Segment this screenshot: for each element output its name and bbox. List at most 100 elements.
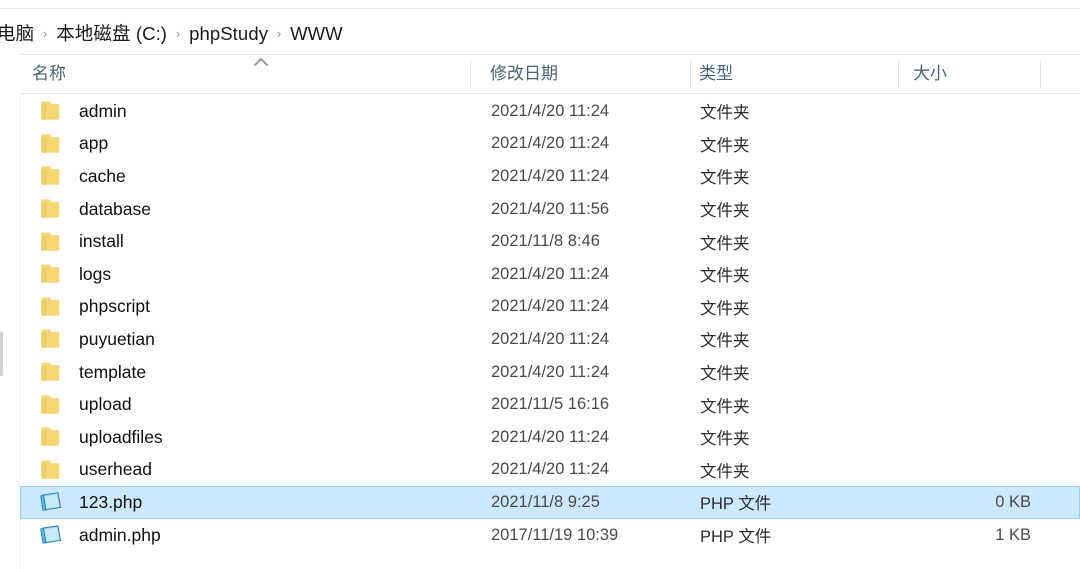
column-divider[interactable] xyxy=(898,61,899,88)
file-date-cell: 2021/4/20 11:24 xyxy=(491,101,610,120)
column-header-name[interactable]: 名称 xyxy=(32,55,472,93)
file-date-cell: 2021/11/8 9:25 xyxy=(491,492,600,511)
folder-icon xyxy=(39,164,65,188)
file-name-label: phpscript xyxy=(79,296,151,317)
column-header-date-modified[interactable]: 修改日期 xyxy=(490,55,685,93)
file-type-cell: 文件夹 xyxy=(700,169,750,188)
folder-icon xyxy=(39,132,65,156)
breadcrumb-item-computer[interactable]: 电脑 xyxy=(0,20,35,48)
file-date-cell: 2021/11/5 16:16 xyxy=(491,395,610,414)
file-name-label: admin xyxy=(79,100,127,121)
breadcrumb-item-phpstudy[interactable]: phpStudy xyxy=(188,20,269,48)
file-name-cell[interactable]: template xyxy=(21,357,146,388)
file-type-cell: 文件夹 xyxy=(700,397,750,416)
file-type-cell: 文件夹 xyxy=(700,332,750,351)
file-type-cell: 文件夹 xyxy=(700,267,750,286)
file-row[interactable]: phpscript 2021/4/20 11:24 文件夹 xyxy=(20,291,1080,324)
file-type-cell: 文件夹 xyxy=(700,202,750,221)
file-explorer-window: 电脑 › 本地磁盘 (C:) › phpStudy › WWW 名称 修改日期 … xyxy=(0,0,1080,569)
file-row[interactable]: template 2021/4/20 11:24 文件夹 xyxy=(20,356,1080,389)
file-row[interactable]: admin.php 2017/11/19 10:39 PHP 文件 1 KB xyxy=(20,519,1080,552)
folder-icon xyxy=(39,262,65,286)
file-date-cell: 2021/4/20 11:24 xyxy=(491,460,610,479)
file-type-cell: 文件夹 xyxy=(700,430,750,449)
file-date-cell: 2021/4/20 11:24 xyxy=(491,427,610,446)
file-name-cell[interactable]: userhead xyxy=(21,455,152,486)
breadcrumb-separator-icon: › xyxy=(276,26,282,41)
file-name-cell[interactable]: puyuetian xyxy=(21,324,155,355)
file-row[interactable]: database 2021/4/20 11:56 文件夹 xyxy=(20,193,1080,226)
file-type-cell: 文件夹 xyxy=(700,104,750,123)
file-name-cell[interactable]: database xyxy=(21,194,151,225)
folder-icon xyxy=(39,99,65,123)
file-row[interactable]: uploadfiles 2021/4/20 11:24 文件夹 xyxy=(20,421,1080,454)
file-name-label: template xyxy=(79,361,147,382)
file-name-cell[interactable]: install xyxy=(21,226,124,257)
folder-icon xyxy=(39,230,65,254)
column-header-size[interactable]: 大小 xyxy=(913,55,1028,93)
folder-icon xyxy=(39,393,65,417)
file-name-cell[interactable]: phpscript xyxy=(21,292,150,323)
file-list[interactable]: admin 2021/4/20 11:24 文件夹 app 2021/4/20 11:2… xyxy=(20,95,1080,569)
file-name-label: app xyxy=(79,133,109,154)
file-type-cell: PHP 文件 xyxy=(700,528,772,547)
file-type-cell: 文件夹 xyxy=(700,365,750,384)
file-name-cell[interactable]: cache xyxy=(21,161,126,192)
file-row[interactable]: app 2021/4/20 11:24 文件夹 xyxy=(20,128,1080,161)
file-name-label: admin.php xyxy=(79,524,161,545)
file-row[interactable]: cache 2021/4/20 11:24 文件夹 xyxy=(20,160,1080,193)
column-header-type[interactable]: 类型 xyxy=(699,55,889,93)
column-divider[interactable] xyxy=(470,61,471,88)
folder-icon xyxy=(39,327,65,351)
file-date-cell: 2021/4/20 11:24 xyxy=(491,264,610,283)
file-name-label: install xyxy=(79,231,124,252)
file-name-cell[interactable]: 123.php xyxy=(21,487,142,518)
file-row[interactable]: admin 2021/4/20 11:24 文件夹 xyxy=(20,95,1080,128)
file-name-label: logs xyxy=(79,263,112,284)
file-name-cell[interactable]: app xyxy=(21,129,108,160)
breadcrumb-separator-icon: › xyxy=(175,26,181,41)
breadcrumb[interactable]: 电脑 › 本地磁盘 (C:) › phpStudy › WWW xyxy=(0,20,344,48)
file-name-label: 123.php xyxy=(79,491,143,512)
file-name-cell[interactable]: upload xyxy=(21,389,132,420)
column-header-row: 名称 修改日期 类型 大小 xyxy=(20,54,1080,94)
file-date-cell: 2021/4/20 11:56 xyxy=(491,199,610,218)
column-divider[interactable] xyxy=(690,61,691,88)
file-name-label: upload xyxy=(79,394,132,415)
file-name-label: uploadfiles xyxy=(79,426,163,447)
file-date-cell: 2021/4/20 11:24 xyxy=(491,297,610,316)
file-name-label: database xyxy=(79,198,152,219)
breadcrumb-item-local-disk[interactable]: 本地磁盘 (C:) xyxy=(55,20,168,48)
breadcrumb-item-www[interactable]: WWW xyxy=(289,20,344,48)
file-size-cell: 1 KB xyxy=(995,525,1031,544)
file-row[interactable]: upload 2021/11/5 16:16 文件夹 xyxy=(20,388,1080,421)
folder-icon xyxy=(39,425,65,449)
folder-icon xyxy=(39,197,65,221)
file-name-cell[interactable]: uploadfiles xyxy=(21,422,163,453)
top-divider xyxy=(0,8,1080,9)
file-type-cell: 文件夹 xyxy=(700,136,750,155)
file-name-label: cache xyxy=(79,165,126,186)
file-date-cell: 2021/4/20 11:24 xyxy=(491,166,610,185)
php-file-icon xyxy=(39,490,65,514)
file-type-cell: 文件夹 xyxy=(700,299,750,318)
file-type-cell: 文件夹 xyxy=(700,462,750,481)
file-size-cell: 0 KB xyxy=(995,492,1031,511)
file-row[interactable]: logs 2021/4/20 11:24 文件夹 xyxy=(20,258,1080,291)
file-date-cell: 2021/4/20 11:24 xyxy=(491,362,610,381)
pane-splitter-handle[interactable] xyxy=(0,332,3,376)
file-name-cell[interactable]: admin.php xyxy=(21,520,161,551)
column-divider[interactable] xyxy=(1040,61,1041,88)
file-name-cell[interactable]: admin xyxy=(21,96,127,127)
file-name-cell[interactable]: logs xyxy=(21,259,111,290)
file-row[interactable]: 123.php 2021/11/8 9:25 PHP 文件 0 KB xyxy=(20,486,1080,519)
file-row[interactable]: userhead 2021/4/20 11:24 文件夹 xyxy=(20,454,1080,487)
folder-icon xyxy=(39,360,65,384)
file-name-label: userhead xyxy=(79,459,152,480)
file-row[interactable]: install 2021/11/8 8:46 文件夹 xyxy=(20,225,1080,258)
file-date-cell: 2021/11/8 8:46 xyxy=(491,232,600,251)
folder-icon xyxy=(39,295,65,319)
file-row[interactable]: puyuetian 2021/4/20 11:24 文件夹 xyxy=(20,323,1080,356)
file-date-cell: 2021/4/20 11:24 xyxy=(491,134,610,153)
file-date-cell: 2017/11/19 10:39 xyxy=(491,525,619,544)
